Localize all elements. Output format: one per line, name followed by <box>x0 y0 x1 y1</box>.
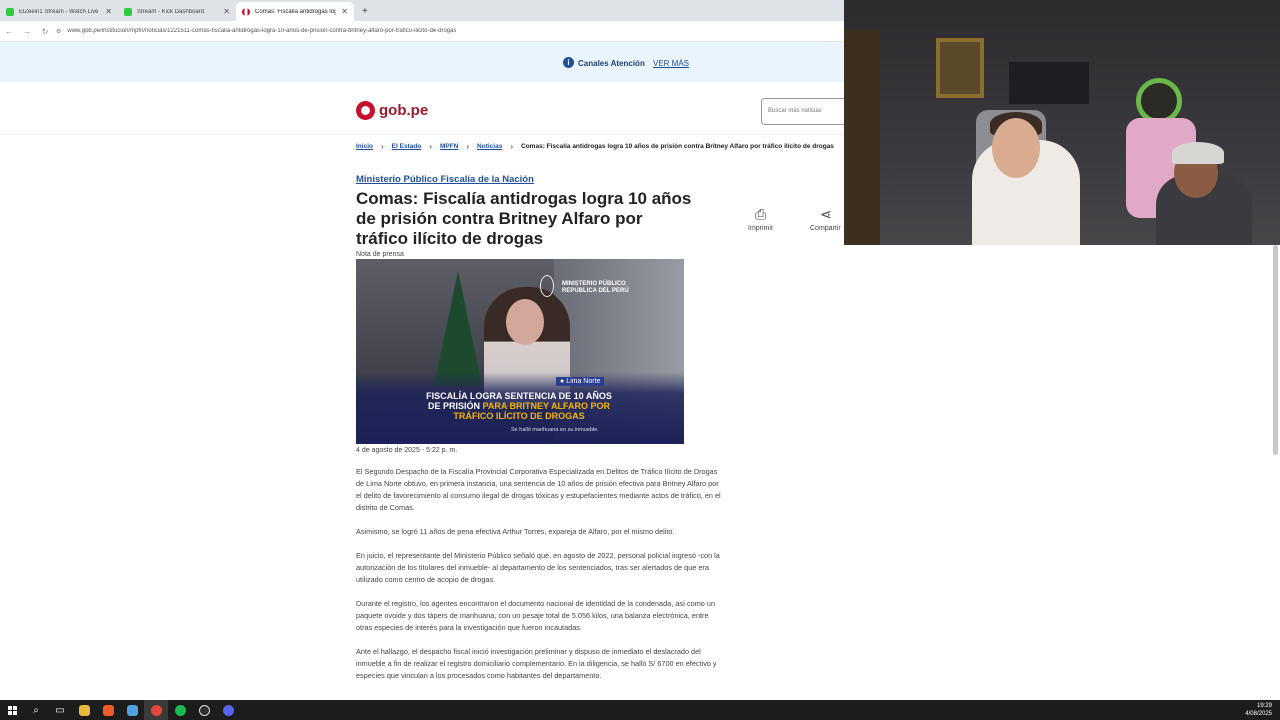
article-paragraph: Asimismo, se logró 11 años de pena efect… <box>356 527 675 536</box>
peru-flag-icon <box>242 7 250 16</box>
ver-mas-link[interactable]: VER MÁS <box>653 59 689 68</box>
article-title: Comas: Fiscalía antidrogas logra 10 años… <box>356 189 692 248</box>
breadcrumb-inicio[interactable]: Inicio <box>356 143 373 150</box>
search-icon[interactable]: ⌕ <box>24 700 48 720</box>
discord-icon[interactable] <box>216 700 240 720</box>
christmas-tree-graphic <box>434 271 482 386</box>
gobpe-shield-icon <box>356 101 375 120</box>
chevron-right-icon: › <box>466 142 470 151</box>
back-icon[interactable]: ← <box>0 27 18 36</box>
close-icon[interactable]: ✕ <box>105 7 112 16</box>
tab-title: ElZeein1 Stream - Watch Live o <box>19 8 101 15</box>
search-input[interactable]: Buscar más noticias <box>761 98 844 125</box>
spotify-icon[interactable] <box>168 700 192 720</box>
file-explorer-icon[interactable] <box>72 700 96 720</box>
task-view-icon[interactable]: ▭ <box>48 700 72 720</box>
chevron-right-icon: › <box>510 142 514 151</box>
logo-text: gob.pe <box>379 102 429 119</box>
close-icon[interactable]: ✕ <box>223 7 230 16</box>
forward-icon[interactable]: → <box>18 27 36 36</box>
breadcrumb-el-estado[interactable]: El Estado <box>392 143 422 150</box>
article-paragraph: El Segundo Despacho de la Fiscalía Provi… <box>356 467 721 512</box>
scrollbar[interactable] <box>1273 245 1278 455</box>
printer-icon: ⎙ <box>755 206 767 222</box>
info-icon: i <box>563 57 574 68</box>
kick-icon <box>124 7 132 16</box>
share-button[interactable]: ⋖ Compartir <box>810 206 844 232</box>
breadcrumb-noticias[interactable]: Noticias <box>477 143 502 150</box>
webcam-overlay <box>844 0 1280 245</box>
breadcrumb: Inicio › El Estado › MPFN › Noticias › C… <box>356 142 834 151</box>
ministerio-seal-icon <box>540 275 554 297</box>
close-icon[interactable]: ✕ <box>341 7 348 16</box>
taskbar: ⌕ ▭ <box>0 700 1280 720</box>
gobpe-logo[interactable]: gob.pe <box>356 101 428 120</box>
chevron-right-icon: › <box>429 142 432 151</box>
top-banner <box>0 42 844 82</box>
share-icon: ⋖ <box>820 206 832 222</box>
article-paragraph: Ante el hallazgo, el despacho fiscal ini… <box>356 647 717 680</box>
chrome-icon[interactable] <box>144 700 168 720</box>
browser-tab-kick-dashboard[interactable]: Stream - Kick Dashboard ✕ <box>118 2 236 21</box>
chevron-right-icon: › <box>380 142 384 151</box>
obs-icon[interactable] <box>192 700 216 720</box>
wall-painting <box>936 38 984 98</box>
site-info-icon[interactable]: ⚙ <box>56 28 61 35</box>
new-tab-button[interactable]: + <box>354 6 376 21</box>
web-page: i Canales Atención VER MÁS gob.pe Buscar… <box>0 42 844 700</box>
store-icon[interactable] <box>120 700 144 720</box>
image-headline: FISCALÍA LOGRA SENTENCIA DE 10 AÑOS DE P… <box>426 391 612 421</box>
article-kind: Nota de prensa <box>356 251 404 258</box>
article-date: 4 de agosto de 2025 - 5:22 p. m. <box>356 447 458 454</box>
breadcrumb-current: Comas: Fiscalía antidrogas logra 10 años… <box>521 143 834 150</box>
system-clock[interactable]: 19:29 4/08/2025 <box>1245 702 1272 718</box>
tab-title: Comas: Fiscalía antidrogas logr <box>255 8 337 15</box>
article-paragraph: Durante el registro, los agentes encontr… <box>356 599 716 632</box>
print-button[interactable]: ⎙ Imprimir <box>748 206 773 232</box>
image-subline: Se halló marihuana en su inmueble. <box>511 427 599 433</box>
article-category-link[interactable]: Ministerio Público Fiscalía de la Nación <box>356 174 726 185</box>
windows-icon <box>7 705 17 715</box>
reload-icon[interactable]: ↻ <box>36 27 54 36</box>
kick-icon <box>6 7 14 16</box>
brave-icon[interactable] <box>96 700 120 720</box>
browser-tab-bar: ElZeein1 Stream - Watch Live o ✕ Stream … <box>0 0 844 21</box>
address-bar: ← → ↻ ⚙ www.gob.pe/institucion/mpfn/noti… <box>0 21 844 42</box>
article-paragraph: En juicio, el representante del Minister… <box>356 551 720 584</box>
canales-atencion-label: Canales Atención <box>578 59 645 68</box>
image-org-label: MINISTERIO PÚBLICO REPÚBLICA DEL PERÚ <box>562 281 629 294</box>
article-image: MINISTERIO PÚBLICO REPÚBLICA DEL PERÚ ● … <box>356 259 684 444</box>
start-button[interactable] <box>0 700 24 720</box>
image-location-badge: ● Lima Norte <box>556 377 605 386</box>
tab-title: Stream - Kick Dashboard <box>137 8 205 15</box>
browser-tab-gobpe[interactable]: Comas: Fiscalía antidrogas logr ✕ <box>236 2 354 21</box>
article: Ministerio Público Fiscalía de la Nación… <box>356 174 726 682</box>
browser-tab-kick-stream[interactable]: ElZeein1 Stream - Watch Live o ✕ <box>0 2 118 21</box>
url-field[interactable]: www.gob.pe/institucion/mpfn/noticias/122… <box>67 28 456 34</box>
breadcrumb-mpfn[interactable]: MPFN <box>440 143 458 150</box>
